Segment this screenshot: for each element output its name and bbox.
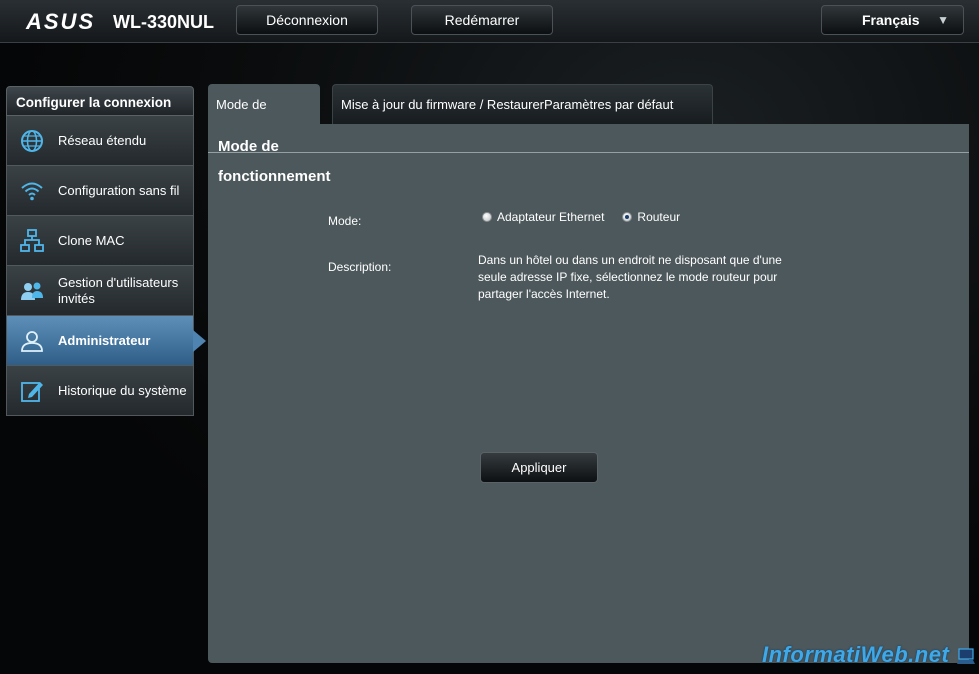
sidebar-item-wireless[interactable]: Configuration sans fil — [6, 166, 194, 216]
top-bar: ASUS WL-330NUL Déconnexion Redémarrer Fr… — [0, 0, 979, 43]
description-text: Dans un hôtel ou dans un endroit ne disp… — [478, 253, 782, 301]
tab-operation-mode[interactable]: Mode de fonctionnement — [208, 84, 320, 152]
sidebar-item-label: Réseau étendu — [58, 132, 147, 148]
page-title-line1: Mode de — [218, 138, 279, 155]
mode-label: Mode: — [328, 214, 362, 228]
page-title: Mode de fonctionnement — [218, 132, 331, 192]
sidebar-item-wan[interactable]: Réseau étendu — [6, 116, 194, 166]
network-icon — [20, 229, 44, 252]
apply-button[interactable]: Appliquer — [480, 452, 598, 483]
watermark: InformatiWeb.net — [762, 642, 950, 667]
sidebar-item-administrator[interactable]: Administrateur — [6, 316, 206, 366]
admin-icon — [21, 331, 43, 352]
tab-firmware-update[interactable]: Mise à jour du firmware / RestaurerParam… — [332, 84, 713, 124]
page-title-line2: fonctionnement — [218, 168, 331, 185]
sidebar-item-mac-clone[interactable]: Clone MAC — [6, 216, 194, 266]
logout-button[interactable]: Déconnexion — [236, 5, 378, 35]
radio-router-label[interactable]: Routeur — [637, 210, 680, 224]
sidebar-item-label: Administrateur — [58, 332, 151, 348]
log-icon — [21, 382, 43, 402]
radio-ethernet-adapter[interactable] — [482, 212, 492, 222]
description-label: Description: — [328, 260, 392, 274]
users-icon — [21, 282, 43, 300]
sidebar-item-label: Configuration sans fil — [58, 182, 180, 198]
sidebar: Configurer la connexion Réseau étendu Co… — [6, 86, 206, 416]
sidebar-item-label: Clone MAC — [58, 232, 125, 248]
language-value: Français — [862, 12, 920, 28]
wifi-icon — [21, 182, 43, 201]
divider — [208, 152, 969, 153]
sidebar-title: Configurer la connexion — [6, 86, 194, 116]
reboot-button[interactable]: Redémarrer — [411, 5, 553, 35]
globe-icon — [21, 130, 43, 152]
sidebar-item-label: Gestion d'utilisateurs invités — [58, 274, 179, 306]
sidebar-item-label: Historique du système — [58, 382, 187, 398]
language-select[interactable]: Français ▼ — [821, 5, 964, 35]
mode-radio-group: Adaptateur Ethernet Routeur — [482, 210, 698, 224]
sidebar-item-system-log[interactable]: Historique du système — [6, 366, 194, 416]
radio-router[interactable] — [622, 212, 633, 222]
model-name: WL-330NUL — [113, 12, 215, 32]
laptop-icon — [957, 648, 975, 664]
main-panel: Mode de fonctionnement Mode: Adaptateur … — [208, 124, 969, 663]
tab-label: Mise à jour du firmware / RestaurerParam… — [341, 97, 674, 112]
chevron-down-icon: ▼ — [937, 13, 949, 27]
brand-logo: ASUS — [26, 9, 96, 34]
tab-label: Mode de — [216, 97, 267, 112]
radio-ethernet-adapter-label[interactable]: Adaptateur Ethernet — [497, 210, 604, 224]
sidebar-item-guest-users[interactable]: Gestion d'utilisateurs invités — [6, 266, 194, 316]
